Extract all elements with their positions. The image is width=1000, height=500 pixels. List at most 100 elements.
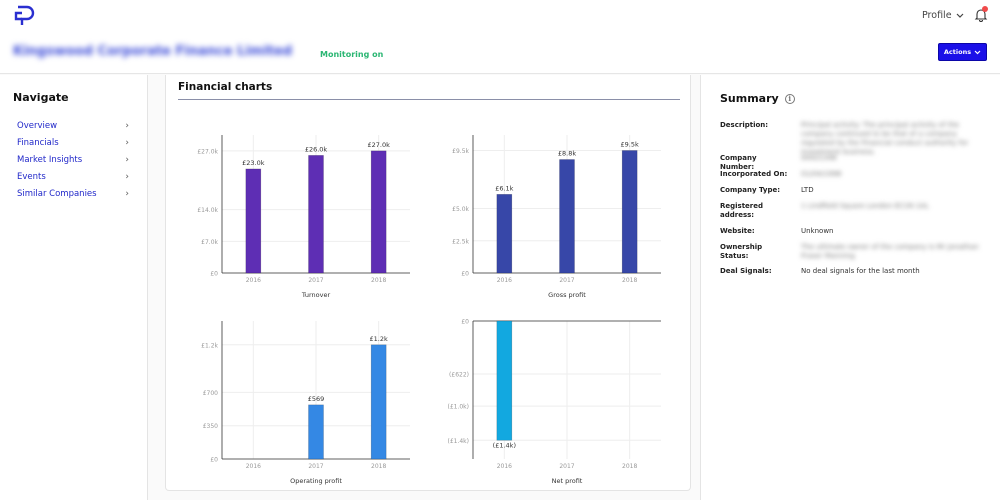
x-tick-label: 2018 xyxy=(371,277,386,284)
notification-dot xyxy=(982,6,988,12)
summary-label: Incorporated On: xyxy=(720,170,788,178)
chevron-right-icon: › xyxy=(125,121,129,131)
profile-label: Profile xyxy=(922,10,952,21)
y-tick-label: £7.0k xyxy=(201,239,218,246)
summary-value: The ultimate owner of the company is Mr … xyxy=(801,243,979,260)
x-tick-label: 2017 xyxy=(308,277,323,284)
y-tick-label: £350 xyxy=(203,423,218,430)
x-axis-label: Gross profit xyxy=(548,291,586,299)
summary-value: 01/04/1998 xyxy=(801,170,842,178)
summary-label: Description: xyxy=(720,121,769,129)
y-tick-label: £14.0k xyxy=(197,207,218,214)
gross-profit-chart: £0 £2.5k £5.0k £9.5k £6.1k 2016 £8.8k 2017 £9.5k… xyxy=(429,121,669,301)
nav-item-label: Financials xyxy=(17,138,59,148)
summary-value: Unknown xyxy=(801,227,834,235)
monitoring-status[interactable]: Monitoring on xyxy=(320,50,383,59)
info-icon[interactable]: i xyxy=(784,93,795,104)
top-bar: Profile Kingswood Corporate Finance Limi… xyxy=(0,0,1000,74)
financial-charts-card: Financial charts £0 £7.0k £14.0k £27.0k £23.… xyxy=(165,75,691,491)
bar xyxy=(496,320,513,441)
logo-icon[interactable] xyxy=(13,5,37,27)
summary-label: Registered address: xyxy=(720,202,764,219)
data-label: £9.5k xyxy=(621,140,639,148)
summary-panel: Summary i Description: Principal activit… xyxy=(700,75,1000,500)
summary-value: LTD xyxy=(801,186,814,194)
nav-item-overview[interactable]: Overview › xyxy=(17,121,129,131)
x-tick-label: 2016 xyxy=(246,463,261,470)
y-tick-label: £0 xyxy=(461,319,469,326)
bar xyxy=(559,159,575,274)
y-tick-label: £27.0k xyxy=(197,148,218,155)
chevron-right-icon: › xyxy=(125,172,129,182)
nav-item-market-insights[interactable]: Market Insights › xyxy=(17,155,129,165)
company-name: Kingswood Corporate Finance Limited xyxy=(13,44,293,59)
y-tick-label: £5.0k xyxy=(452,206,469,213)
nav-item-label: Events xyxy=(17,172,46,182)
y-tick-label: £1.2k xyxy=(201,342,218,349)
chevron-down-icon xyxy=(956,13,963,18)
x-tick-label: 2018 xyxy=(622,463,637,470)
chart-svg: £0 (£622) (£1.0k) (£1.4k) (£1.4k) 2016 2017 201… xyxy=(447,319,661,485)
summary-title: Summary i xyxy=(720,92,795,105)
y-tick-label: £2.5k xyxy=(452,238,469,245)
actions-label: Actions xyxy=(943,48,972,56)
x-axis-label: Turnover xyxy=(301,291,331,299)
nav-item-label: Similar Companies xyxy=(17,189,97,199)
summary-title-text: Summary xyxy=(720,92,779,105)
chart-svg: £0 £350 £700 £1.2k 2016 £569 2017 £1.2k 2018 Oper… xyxy=(201,321,410,485)
data-label: £8.8k xyxy=(558,150,576,158)
y-tick-label: £700 xyxy=(203,390,218,397)
operating-profit-chart: £0 £350 £700 £1.2k 2016 £569 2017 £1.2k 2018 Oper… xyxy=(178,307,418,487)
x-tick-label: 2018 xyxy=(371,463,386,470)
summary-label: Deal Signals: xyxy=(720,267,772,275)
data-label: £1.2k xyxy=(370,335,388,343)
bar xyxy=(308,404,324,460)
summary-value: 1 Lindfield Square London EC1N 1AL xyxy=(801,202,929,210)
y-tick-label: £0 xyxy=(461,271,469,278)
summary-value: 00421348 xyxy=(801,154,837,162)
data-label: £569 xyxy=(308,395,325,403)
bar xyxy=(245,168,262,274)
x-tick-label: 2018 xyxy=(622,277,637,284)
data-label: £26.0k xyxy=(305,145,328,153)
nav-item-label: Market Insights xyxy=(17,155,83,165)
y-tick-label: £0 xyxy=(210,457,218,464)
bar xyxy=(496,194,513,274)
x-axis-label: Operating profit xyxy=(290,477,342,485)
x-tick-label: 2016 xyxy=(497,277,512,284)
data-label: £6.1k xyxy=(495,184,513,192)
chart-svg: £0 £7.0k £14.0k £27.0k £23.0k 2016 £26.0k 2017 £… xyxy=(197,135,410,299)
chart-svg: £0 £2.5k £5.0k £9.5k £6.1k 2016 £8.8k 2017 £9.5k… xyxy=(452,135,661,299)
profile-menu[interactable]: Profile xyxy=(922,10,964,21)
bar xyxy=(370,344,387,460)
summary-value: Principal activity: The principal activi… xyxy=(801,121,969,156)
y-tick-label: (£1.4k) xyxy=(447,438,469,445)
actions-button[interactable]: Actions xyxy=(938,43,987,61)
nav-title: Navigate xyxy=(13,91,69,104)
net-profit-chart: £0 (£622) (£1.0k) (£1.4k) (£1.4k) 2016 2017 201… xyxy=(429,307,669,487)
summary-label: Company Type: xyxy=(720,186,781,194)
y-tick-label: (£622) xyxy=(449,371,469,378)
x-tick-label: 2016 xyxy=(497,463,512,470)
divider xyxy=(178,99,680,100)
x-tick-label: 2017 xyxy=(308,463,323,470)
x-axis-label: Net profit xyxy=(552,477,583,485)
left-navigation: Navigate Overview › Financials › Market In… xyxy=(0,75,148,500)
x-tick-label: 2017 xyxy=(559,277,574,284)
data-label: £27.0k xyxy=(367,141,390,149)
nav-item-financials[interactable]: Financials › xyxy=(17,138,129,148)
chevron-right-icon: › xyxy=(125,189,129,199)
y-tick-label: £0 xyxy=(210,271,218,278)
y-tick-label: £9.5k xyxy=(452,148,469,155)
nav-item-similar-companies[interactable]: Similar Companies › xyxy=(17,189,129,199)
summary-label: Website: xyxy=(720,227,755,235)
chevron-right-icon: › xyxy=(125,138,129,148)
summary-label: Ownership Status: xyxy=(720,243,763,260)
data-label: £23.0k xyxy=(242,159,265,167)
data-label: (£1.4k) xyxy=(493,441,516,449)
nav-item-events[interactable]: Events › xyxy=(17,172,129,182)
financial-charts-title: Financial charts xyxy=(178,81,273,93)
nav-item-label: Overview xyxy=(17,121,58,131)
x-tick-label: 2016 xyxy=(246,277,261,284)
bar xyxy=(308,155,324,274)
